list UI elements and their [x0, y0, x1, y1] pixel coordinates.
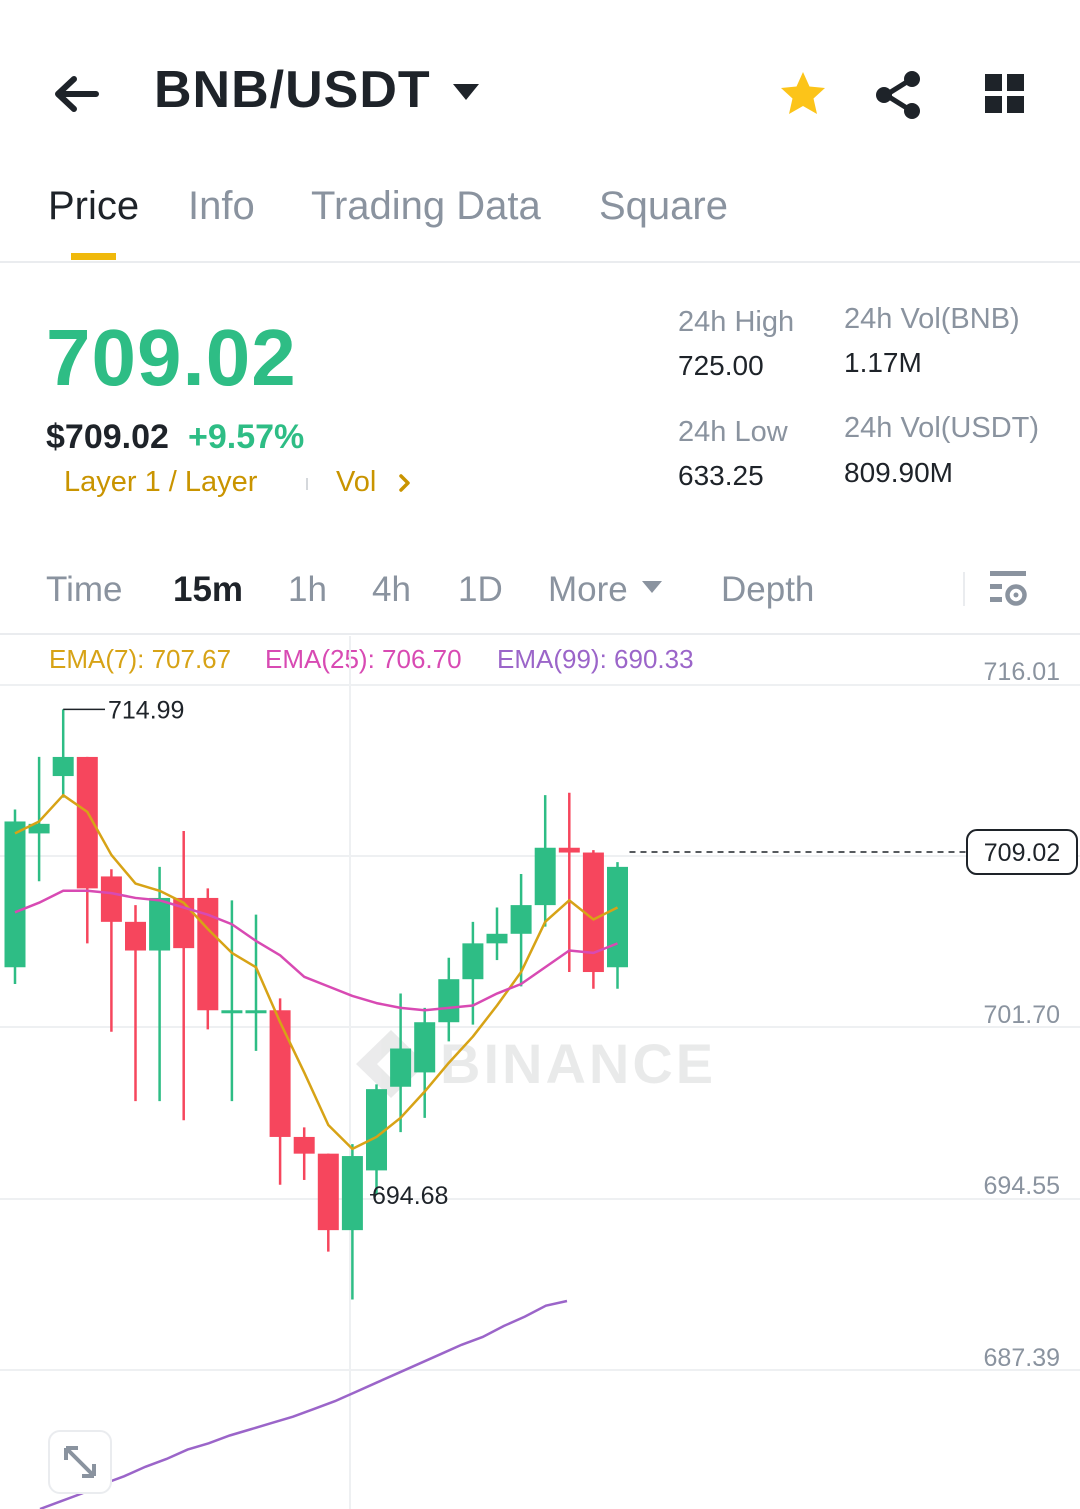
chart-settings-button[interactable] — [985, 568, 1031, 610]
star-icon — [781, 72, 825, 114]
interval-separator — [963, 572, 965, 606]
arrow-left-icon — [55, 76, 99, 112]
high-marker-label: 714.99 — [108, 696, 184, 724]
fullscreen-button[interactable] — [48, 1430, 112, 1494]
vol-base-label: 24h Vol(BNB) — [844, 303, 1020, 335]
candle-body — [125, 921, 146, 951]
low-24h-value: 633.25 — [678, 460, 764, 491]
tab-trading-data[interactable]: Trading Data — [311, 184, 541, 229]
chart-settings-icon — [990, 571, 1027, 606]
candle-body — [462, 943, 484, 980]
tab-square[interactable]: Square — [599, 184, 728, 229]
current-price-label: 709.02 — [984, 839, 1060, 867]
tab-price[interactable]: Price — [48, 184, 139, 229]
candle-body — [149, 897, 171, 951]
candle-body — [414, 1022, 436, 1073]
candle-body — [510, 905, 532, 934]
active-tab-indicator — [71, 253, 116, 260]
interval-more-dropdown[interactable]: More — [548, 570, 662, 610]
tag-separator — [306, 478, 308, 490]
interval-divider — [0, 633, 1080, 635]
caret-down-icon — [452, 84, 479, 100]
y-axis-tick-label: 687.39 — [984, 1344, 1060, 1372]
more-menu-button[interactable] — [978, 68, 1032, 122]
tab-info[interactable]: Info — [188, 184, 255, 229]
y-axis-tick-label: 694.55 — [984, 1172, 1060, 1200]
candle-body — [341, 1156, 363, 1231]
expand-icon — [64, 1446, 96, 1478]
low-marker-label: 694.68 — [372, 1182, 448, 1210]
candle-body — [390, 1048, 412, 1087]
share-icon — [876, 71, 920, 119]
interval-15m[interactable]: 15m — [173, 570, 243, 610]
category-tag[interactable]: Layer 1 / Layer — [64, 466, 257, 499]
vol-quote-value: 809.90M — [844, 457, 953, 488]
candle-body — [100, 876, 122, 922]
vol-base-value: 1.17M — [844, 347, 922, 378]
price-change-percent: +9.57% — [188, 418, 305, 456]
candle-body — [486, 933, 508, 944]
back-button[interactable] — [48, 66, 104, 122]
interval-more-label: More — [548, 570, 628, 609]
pair-selector[interactable]: BNB/USDT — [154, 60, 479, 120]
candle-body — [221, 1010, 243, 1014]
candle-body — [558, 847, 580, 853]
fiat-price: $709.02 — [46, 418, 169, 456]
interval-1d[interactable]: 1D — [458, 570, 503, 610]
candle-body — [52, 756, 74, 777]
high-24h-label: 24h High — [678, 306, 795, 338]
candle-body — [4, 821, 26, 968]
pair-name: BNB/USDT — [154, 61, 431, 119]
y-axis-tick-label: 716.01 — [984, 658, 1060, 686]
candle-body — [269, 1010, 291, 1137]
grid-icon — [985, 74, 1024, 113]
candle-body — [607, 866, 628, 968]
interval-1h[interactable]: 1h — [288, 570, 327, 610]
favorite-button[interactable] — [776, 68, 830, 122]
vol-quote-label: 24h Vol(USDT) — [844, 412, 1040, 444]
y-axis-tick-label: 701.70 — [984, 1001, 1060, 1029]
tabs-divider — [0, 261, 1080, 263]
candle-body — [317, 1153, 339, 1231]
low-24h-label: 24h Low — [678, 416, 788, 448]
volume-tag[interactable]: Vol — [336, 466, 412, 499]
ema99-line — [39, 1299, 568, 1509]
caret-down-icon — [641, 581, 662, 593]
volume-tag-label: Vol — [336, 466, 377, 498]
interval-time[interactable]: Time — [46, 570, 122, 610]
candle-body — [245, 1010, 267, 1014]
chevron-right-icon — [399, 473, 411, 492]
depth-tab[interactable]: Depth — [721, 570, 814, 610]
candlestick-chart[interactable]: BINANCE 716.01 701.70 694.55 687.39 714.99 694… — [0, 636, 1080, 1509]
watermark-text: BINANCE — [440, 1032, 716, 1095]
ema7-line — [14, 793, 619, 1151]
interval-4h[interactable]: 4h — [372, 570, 411, 610]
last-price: 709.02 — [46, 313, 297, 402]
high-24h-value: 725.00 — [678, 350, 764, 381]
share-button[interactable] — [872, 68, 926, 122]
candle-body — [534, 847, 556, 906]
candle-body — [293, 1136, 315, 1154]
candle-body — [438, 979, 460, 1023]
